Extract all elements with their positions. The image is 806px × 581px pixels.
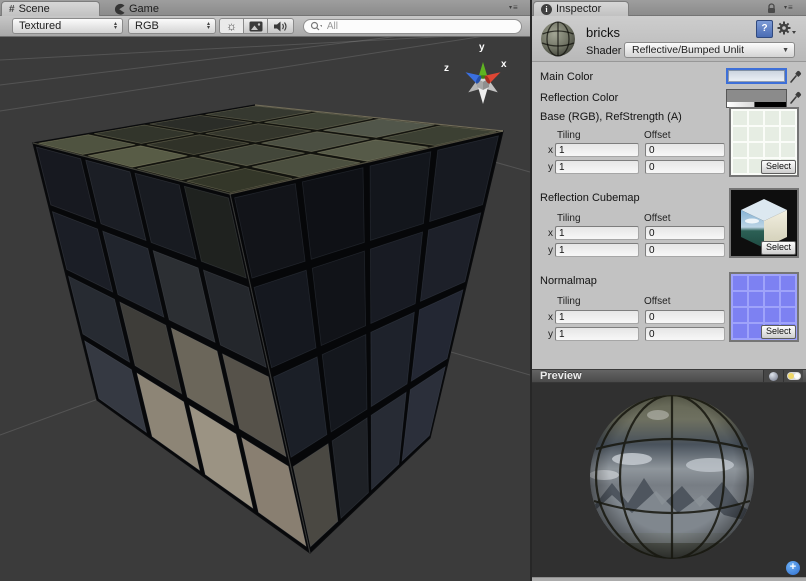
- lighting-toggle-icon: [787, 372, 801, 380]
- base-tiling-x-input[interactable]: [555, 143, 639, 157]
- svg-text:z: z: [444, 63, 449, 74]
- image-icon: [249, 21, 263, 32]
- preview-header[interactable]: Preview: [532, 369, 806, 383]
- base-offset-x-input[interactable]: [645, 143, 725, 157]
- scene-toolbar: Textured ▴▾ RGB ▴▾ ☼: [0, 16, 530, 37]
- normalmap-select-button[interactable]: Select: [761, 325, 796, 339]
- normalmap-label: Normalmap: [540, 275, 597, 287]
- info-icon: i: [541, 4, 552, 15]
- tab-inspector-label: Inspector: [556, 3, 601, 15]
- inspector-tabbar: i Inspector ▾≡: [532, 0, 806, 16]
- search-icon: [310, 21, 322, 32]
- tab-inspector[interactable]: i Inspector: [533, 1, 629, 16]
- main-color-label: Main Color: [540, 71, 593, 83]
- x-axis-label: x: [548, 312, 553, 323]
- gear-icon[interactable]: [776, 20, 796, 36]
- x-axis-label: x: [548, 228, 553, 239]
- reflection-cubemap-label: Reflection Cubemap: [540, 192, 640, 204]
- tab-scene[interactable]: # Scene: [1, 1, 100, 16]
- svg-text:y: y: [479, 42, 485, 53]
- sphere-icon: [769, 372, 778, 381]
- eyedropper-icon[interactable]: [789, 89, 802, 105]
- base-offset-y-input[interactable]: [645, 160, 725, 174]
- cubemap-tiling-x-input[interactable]: [555, 226, 639, 240]
- normalmap-offset-y-input[interactable]: [645, 327, 725, 341]
- eyedropper-icon[interactable]: [789, 68, 802, 84]
- normalmap-thumbnail[interactable]: Select: [729, 272, 799, 342]
- y-axis-label: y: [548, 245, 553, 256]
- cubemap-select-button[interactable]: Select: [761, 241, 796, 255]
- scene-tabbar: # Scene Game ▾≡: [0, 0, 530, 16]
- y-axis-label: y: [548, 329, 553, 340]
- base-tiling-y-input[interactable]: [555, 160, 639, 174]
- material-header: bricks ? Shader Reflective/Bumped Unlit …: [532, 16, 806, 62]
- tab-game-label: Game: [129, 3, 159, 15]
- reflection-cubemap-thumbnail[interactable]: Select: [729, 188, 799, 258]
- material-preview-thumbnail: [538, 19, 578, 59]
- scene-3d-viewport[interactable]: y x z: [0, 0, 530, 581]
- tab-scene-label: Scene: [19, 3, 50, 15]
- y-axis-label: y: [548, 162, 553, 173]
- scene-search-field[interactable]: [303, 19, 522, 34]
- scene-panel-menu-icon[interactable]: ▾≡: [509, 4, 518, 12]
- reflection-color-label: Reflection Color: [540, 92, 618, 104]
- cubemap-offset-x-input[interactable]: [645, 226, 725, 240]
- render-mode-value: Textured: [19, 20, 61, 32]
- x-axis-label: x: [548, 145, 553, 156]
- scene-panel: y x z # Scene Game ▾≡ Textured ▴▾ RGB: [0, 0, 532, 581]
- normalmap-tiling-x-input[interactable]: [555, 310, 639, 324]
- reflection-color-value: [727, 90, 786, 102]
- inspector-panel: i Inspector ▾≡ bricks ?: [532, 0, 806, 581]
- material-preview-area[interactable]: [532, 383, 806, 577]
- help-icon[interactable]: ?: [756, 20, 773, 38]
- offset-header: Offset: [644, 296, 671, 307]
- base-select-button[interactable]: Select: [761, 160, 796, 174]
- color-channel-dropdown[interactable]: RGB ▴▾: [128, 18, 216, 34]
- updown-arrows-icon: ▴▾: [114, 22, 117, 30]
- reflection-color-swatch[interactable]: [726, 89, 787, 108]
- search-input[interactable]: [325, 20, 515, 33]
- preview-sphere: [532, 383, 806, 577]
- skybox-toggle-button[interactable]: [243, 18, 268, 34]
- sun-icon: ☼: [226, 19, 237, 33]
- offset-header: Offset: [644, 213, 671, 224]
- grid-icon: #: [9, 4, 15, 15]
- game-icon: [113, 2, 125, 15]
- lighting-toggle-button[interactable]: ☼: [219, 18, 244, 34]
- main-color-swatch[interactable]: [726, 68, 787, 84]
- normalmap-tiling-y-input[interactable]: [555, 327, 639, 341]
- preview-title: Preview: [540, 370, 763, 382]
- tiling-header: Tiling: [557, 296, 581, 307]
- speaker-icon: [273, 20, 288, 33]
- base-texture-label: Base (RGB), RefStrength (A): [540, 111, 682, 123]
- color-channel-value: RGB: [135, 20, 159, 32]
- offset-header: Offset: [644, 130, 671, 141]
- tab-game[interactable]: Game: [106, 1, 169, 16]
- tiling-header: Tiling: [557, 213, 581, 224]
- shader-field-label: Shader: [586, 45, 621, 57]
- audio-toggle-button[interactable]: [267, 18, 294, 34]
- unity-editor-window: yxz # Scene Game ▾≡ Textured ▴▾ RGB: [0, 0, 806, 581]
- add-button[interactable]: +: [786, 561, 800, 575]
- shader-dropdown[interactable]: Reflective/Bumped Unlit ▼: [624, 42, 795, 58]
- shader-value: Reflective/Bumped Unlit: [632, 44, 744, 56]
- tiling-header: Tiling: [557, 130, 581, 141]
- material-name: bricks: [586, 25, 620, 40]
- inspector-panel-menu-icon[interactable]: ▾≡: [784, 4, 793, 12]
- resize-strip[interactable]: [532, 577, 806, 581]
- chevron-down-icon: ▼: [782, 47, 789, 54]
- cubemap-tiling-y-input[interactable]: [555, 243, 639, 257]
- base-texture-thumbnail[interactable]: Select: [729, 107, 799, 177]
- normalmap-offset-x-input[interactable]: [645, 310, 725, 324]
- cubemap-offset-y-input[interactable]: [645, 243, 725, 257]
- lock-icon[interactable]: [766, 3, 777, 14]
- updown-arrows-icon: ▴▾: [207, 22, 210, 30]
- render-mode-dropdown[interactable]: Textured ▴▾: [12, 18, 123, 34]
- preview-lighting-button[interactable]: [783, 370, 803, 382]
- svg-text:x: x: [501, 59, 507, 70]
- preview-shape-button[interactable]: [763, 370, 783, 382]
